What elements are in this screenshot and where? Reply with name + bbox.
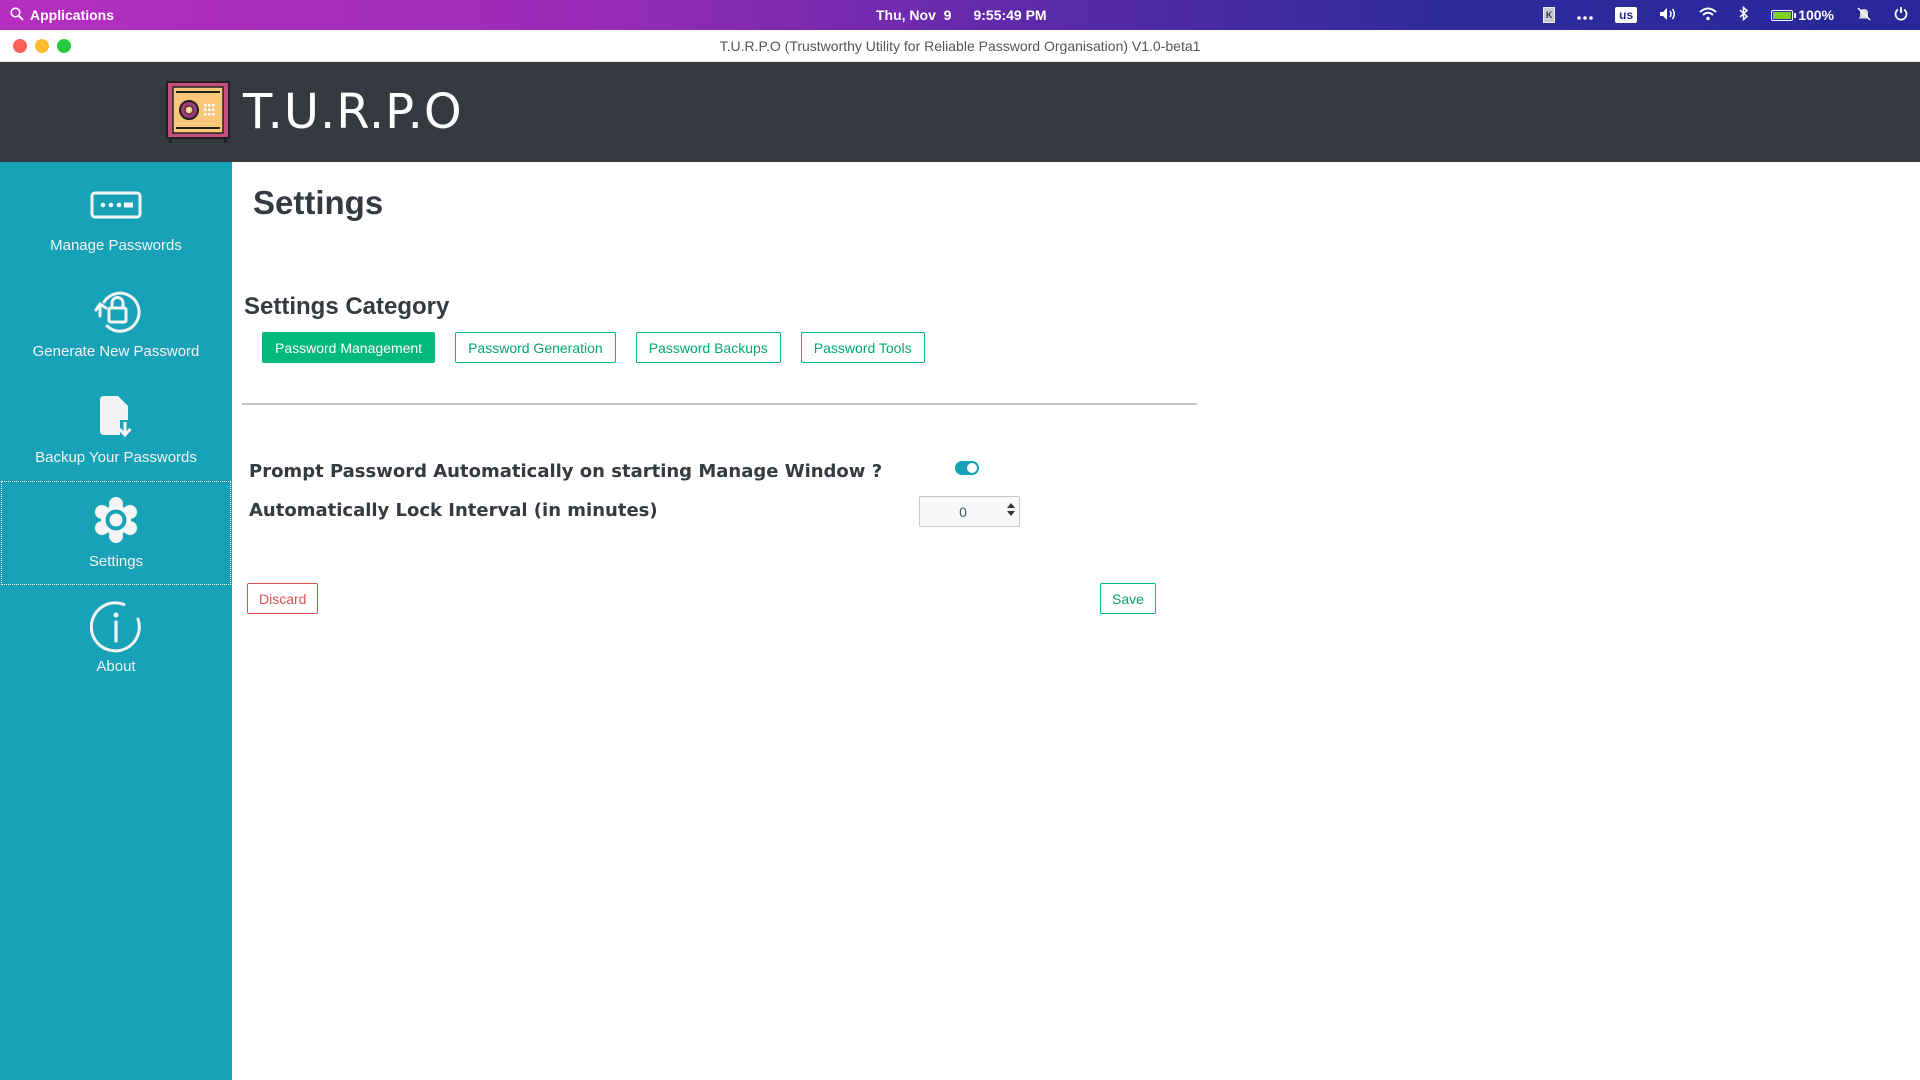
applications-label: Applications bbox=[30, 7, 115, 23]
sidebar-item-label: About bbox=[96, 658, 136, 675]
k-app-icon[interactable]: K bbox=[1543, 7, 1556, 23]
rotate-lock-icon bbox=[2, 288, 230, 334]
password-field-icon bbox=[2, 191, 230, 219]
sidebar-item-settings[interactable]: Settings bbox=[1, 481, 231, 585]
bluetooth-icon[interactable] bbox=[1739, 5, 1749, 24]
window-title: T.U.R.P.O (Trustworthy Utility for Relia… bbox=[719, 38, 1201, 54]
tab-password-backups[interactable]: Password Backups bbox=[635, 332, 781, 363]
keyboard-layout-badge[interactable]: us bbox=[1615, 7, 1638, 23]
info-icon bbox=[2, 601, 230, 653]
system-tray: K us 100% bbox=[1543, 0, 1908, 30]
lock-interval-label: Automatically Lock Interval (in minutes) bbox=[249, 500, 658, 521]
battery-indicator[interactable]: 100% bbox=[1771, 7, 1834, 23]
sidebar: Manage Passwords Generate New Password B… bbox=[0, 162, 232, 1080]
file-download-icon bbox=[2, 395, 230, 439]
power-icon[interactable] bbox=[1894, 6, 1908, 24]
k-indicator-text: K bbox=[1545, 10, 1553, 20]
save-button[interactable]: Save bbox=[1100, 583, 1156, 614]
section-divider bbox=[242, 403, 1197, 405]
decrement-arrow-icon[interactable] bbox=[1007, 511, 1015, 516]
clock[interactable]: Thu, Nov 9 9:55:49 PM bbox=[876, 0, 1047, 30]
window-title-bar[interactable]: T.U.R.P.O (Trustworthy Utility for Relia… bbox=[0, 30, 1920, 62]
page-title: Settings bbox=[253, 184, 384, 221]
tab-password-management[interactable]: Password Management bbox=[262, 332, 436, 363]
lock-interval-input[interactable]: 0 bbox=[919, 496, 1020, 527]
date-text: Thu, Nov 9 bbox=[876, 7, 952, 23]
prompt-password-label: Prompt Password Automatically on startin… bbox=[249, 461, 883, 482]
time-text: 9:55:49 PM bbox=[973, 7, 1047, 23]
discard-button[interactable]: Discard bbox=[247, 583, 319, 614]
safe-icon bbox=[166, 81, 230, 143]
sidebar-item-generate-password[interactable]: Generate New Password bbox=[2, 288, 230, 388]
lock-interval-value: 0 bbox=[959, 504, 967, 520]
tab-password-tools[interactable]: Password Tools bbox=[800, 332, 925, 363]
sidebar-item-backup-passwords[interactable]: Backup Your Passwords bbox=[2, 394, 230, 494]
search-icon bbox=[10, 6, 24, 24]
battery-percent: 100% bbox=[1798, 7, 1834, 23]
sidebar-item-manage-passwords[interactable]: Manage Passwords bbox=[2, 182, 230, 282]
more-icon[interactable] bbox=[1577, 7, 1593, 23]
sidebar-item-about[interactable]: About bbox=[2, 600, 230, 700]
prompt-password-toggle[interactable] bbox=[955, 461, 979, 475]
app-brand-title: T.U.R.P.O bbox=[243, 84, 463, 140]
toggle-knob bbox=[967, 463, 977, 473]
wifi-icon[interactable] bbox=[1699, 7, 1717, 24]
increment-arrow-icon[interactable] bbox=[1007, 503, 1015, 508]
sidebar-item-label: Manage Passwords bbox=[50, 237, 182, 254]
sidebar-item-label: Backup Your Passwords bbox=[35, 449, 197, 466]
tab-password-generation[interactable]: Password Generation bbox=[455, 332, 616, 363]
os-top-bar: Applications Thu, Nov 9 9:55:49 PM K us … bbox=[0, 0, 1920, 30]
battery-icon bbox=[1771, 9, 1797, 21]
applications-menu[interactable]: Applications bbox=[10, 0, 114, 30]
settings-category-heading: Settings Category bbox=[244, 293, 450, 320]
number-spinner[interactable] bbox=[1007, 503, 1015, 521]
sidebar-item-label: Generate New Password bbox=[32, 343, 200, 360]
settings-category-tabs: Password Management Password Generation … bbox=[262, 332, 925, 363]
battery-level-fill bbox=[1773, 11, 1792, 19]
notifications-muted-icon[interactable] bbox=[1856, 6, 1872, 25]
gear-icon bbox=[2, 496, 230, 544]
volume-icon[interactable] bbox=[1659, 7, 1677, 24]
sidebar-item-label: Settings bbox=[88, 553, 144, 570]
